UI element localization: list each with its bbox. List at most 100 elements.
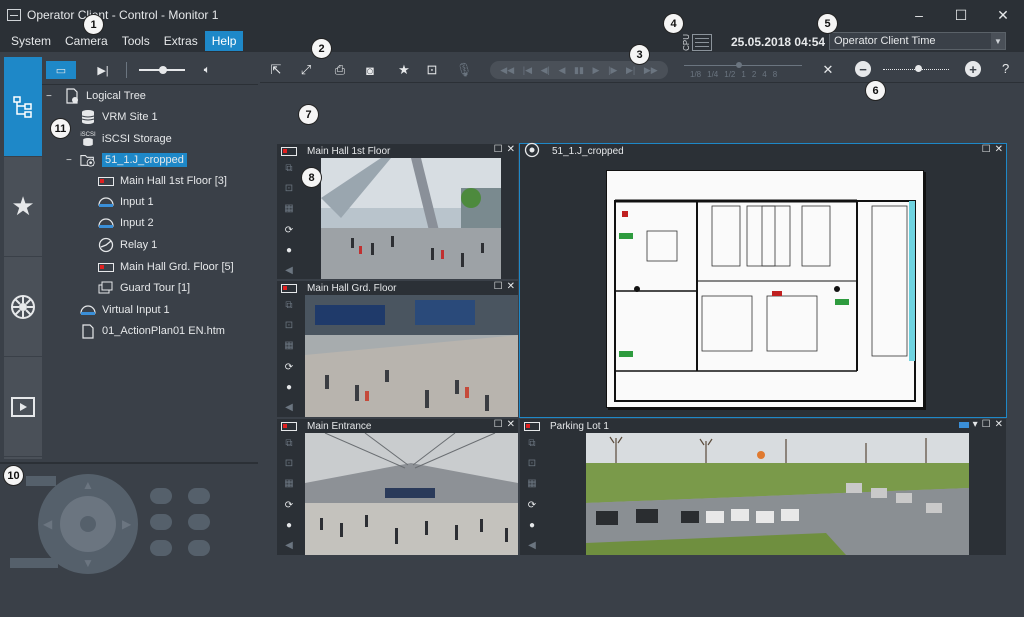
stream-indicator-icon[interactable]	[958, 422, 969, 428]
speaker-icon[interactable]: ◀	[282, 401, 296, 413]
focus-button[interactable]	[150, 488, 172, 504]
maximize-pane-icon[interactable]: ☐	[982, 419, 991, 430]
pan-up-icon[interactable]: ▲	[82, 478, 94, 492]
ptz-center-dot[interactable]	[80, 516, 96, 532]
snapshot-camera-icon[interactable]: ◙	[360, 61, 380, 79]
tree-row-camera[interactable]: Main Hall 1st Floor [3]	[98, 172, 227, 190]
maximize-button[interactable]: ☐	[940, 0, 982, 30]
fast-forward-icon[interactable]: ▶▶	[644, 65, 658, 76]
instant-playback-icon[interactable]: ⧉	[282, 162, 296, 174]
rewind-icon[interactable]: ◀◀	[500, 65, 514, 76]
tab-logical-tree[interactable]	[4, 57, 42, 157]
record-icon[interactable]: ⊡	[525, 457, 539, 469]
time-mode-select[interactable]: Operator Client Time ▼	[829, 32, 1006, 50]
playback-mode-button[interactable]: ▶|	[88, 61, 118, 79]
maximize-pane-icon[interactable]: ☐	[494, 281, 503, 292]
tab-recordings[interactable]	[4, 357, 42, 457]
tab-maps[interactable]	[4, 257, 42, 357]
chevron-down-icon[interactable]: ▾	[973, 419, 978, 430]
video-feed[interactable]	[305, 433, 518, 555]
menu-tools[interactable]: Tools	[115, 31, 157, 51]
privacy-icon[interactable]: ▦	[282, 339, 296, 351]
record-icon[interactable]: ⊡	[282, 182, 296, 194]
live-mode-button[interactable]: ▭	[46, 61, 76, 79]
collapse-toggle[interactable]: −	[46, 91, 52, 102]
close-all-panes-icon[interactable]: ✕	[818, 61, 838, 79]
playback-speed-slider[interactable]: 1/8 1/4 1/2 1 2 4 8	[676, 58, 812, 82]
audio-icon[interactable]: ⟳	[282, 224, 296, 236]
close-pane-icon[interactable]: ✕	[995, 419, 1003, 430]
speaker-icon[interactable]: ◀	[282, 539, 296, 551]
print-icon[interactable]: ⎙	[330, 61, 350, 79]
tab-favorites[interactable]: ★	[4, 157, 42, 257]
step-forward-icon[interactable]: |▶	[608, 65, 617, 76]
pane-count-slider[interactable]: − +	[855, 61, 985, 79]
floor-plan-map[interactable]	[606, 170, 924, 408]
video-feed[interactable]	[321, 158, 501, 279]
menu-camera[interactable]: Camera	[58, 31, 115, 51]
close-pane-icon[interactable]: ✕	[507, 281, 515, 292]
pan-left-icon[interactable]: ◀	[43, 517, 52, 531]
play-icon[interactable]: ▶	[593, 65, 600, 76]
privacy-icon[interactable]: ▦	[282, 202, 296, 214]
speaker-icon[interactable]: 🔈︎	[197, 61, 217, 79]
map-pane[interactable]: 51_1.J_cropped ☐ ✕	[519, 142, 1007, 418]
audio-icon[interactable]: ⟳	[282, 499, 296, 511]
tree-row-virtual-input[interactable]: Virtual Input 1	[80, 301, 170, 319]
instant-playback-icon[interactable]: ⧉	[282, 437, 296, 449]
privacy-icon[interactable]: ▦	[525, 477, 539, 489]
aux-button[interactable]	[188, 514, 210, 530]
lock-button[interactable]	[150, 540, 172, 556]
tree-row-input[interactable]: Input 1	[98, 193, 154, 211]
audio-icon[interactable]: ⟳	[525, 499, 539, 511]
privacy-icon[interactable]: ▦	[282, 477, 296, 489]
menu-help[interactable]: Help	[204, 31, 244, 51]
minus-icon[interactable]: −	[855, 61, 871, 77]
video-feed[interactable]	[586, 433, 969, 555]
tree-row-camera[interactable]: Main Hall Grd. Floor [5]	[98, 258, 234, 276]
chevron-down-icon[interactable]: ▼	[991, 33, 1005, 49]
fullscreen-icon[interactable]: ⤢	[296, 61, 316, 79]
menu-extras[interactable]: Extras	[157, 31, 205, 51]
speaker-icon[interactable]: ◀	[525, 539, 539, 551]
zoom-out-bar[interactable]	[10, 558, 58, 568]
image-pane[interactable]: Parking Lot 1 ▾ ☐ ✕ ⧉ ⊡ ▦ ⟳ ● ◀	[520, 419, 1006, 555]
instant-playback-icon[interactable]: ⧉	[525, 437, 539, 449]
settings-button[interactable]	[188, 540, 210, 556]
instant-playback-icon[interactable]: ⧉	[282, 299, 296, 311]
fit-layout-icon[interactable]: ⇱	[266, 61, 286, 79]
close-pane-icon[interactable]: ✕	[507, 144, 515, 155]
zoom-in-bar[interactable]	[26, 476, 56, 486]
pan-right-icon[interactable]: ▶	[122, 517, 131, 531]
image-pane[interactable]: Main Entrance ☐ ✕ ⧉ ⊡ ▦ ⟳ ● ◀	[277, 419, 518, 555]
minimize-button[interactable]: –	[898, 0, 940, 30]
record-icon[interactable]: ⊡	[282, 319, 296, 331]
tree-row-input[interactable]: Input 2	[98, 214, 154, 232]
iris-button[interactable]	[188, 488, 210, 504]
maximize-pane-icon[interactable]: ☐	[982, 144, 991, 155]
tree-row-vrm[interactable]: VRM Site 1	[80, 108, 158, 126]
speaker-icon[interactable]: ◀	[282, 264, 296, 276]
pan-down-icon[interactable]: ▼	[82, 556, 94, 570]
maximize-pane-icon[interactable]: ☐	[494, 144, 503, 155]
add-favorite-icon[interactable]: ★	[394, 61, 414, 79]
step-start-icon[interactable]: |◀	[523, 65, 532, 76]
collapse-toggle[interactable]: −	[66, 155, 72, 166]
microphone-icon[interactable]: 🎙︎	[454, 61, 474, 79]
bookmark-icon[interactable]: ⊡	[422, 61, 442, 79]
maximize-pane-icon[interactable]: ☐	[494, 419, 503, 430]
close-button[interactable]: ✕	[982, 0, 1024, 30]
tree-row-iscsi[interactable]: iSCSI iSCSI Storage	[80, 130, 172, 148]
ptz-joystick[interactable]: ▲ ▼ ◀ ▶	[38, 474, 138, 574]
image-pane[interactable]: Main Hall Grd. Floor ☐ ✕ ⧉ ⊡ ▦ ⟳ ● ◀	[277, 281, 518, 417]
video-feed[interactable]	[305, 295, 518, 417]
tree-row-document[interactable]: 01_ActionPlan01 EN.htm	[80, 322, 225, 340]
menu-system[interactable]: System	[4, 31, 58, 51]
pause-icon[interactable]: ▮▮	[574, 65, 584, 76]
close-pane-icon[interactable]: ✕	[995, 144, 1003, 155]
tree-row-map-folder[interactable]: 51_1.J_cropped	[80, 151, 187, 169]
step-end-icon[interactable]: ▶|	[626, 65, 635, 76]
tree-row-logical-tree[interactable]: Logical Tree	[64, 87, 146, 105]
record-icon[interactable]: ⊡	[282, 457, 296, 469]
preset-button[interactable]	[150, 514, 172, 530]
